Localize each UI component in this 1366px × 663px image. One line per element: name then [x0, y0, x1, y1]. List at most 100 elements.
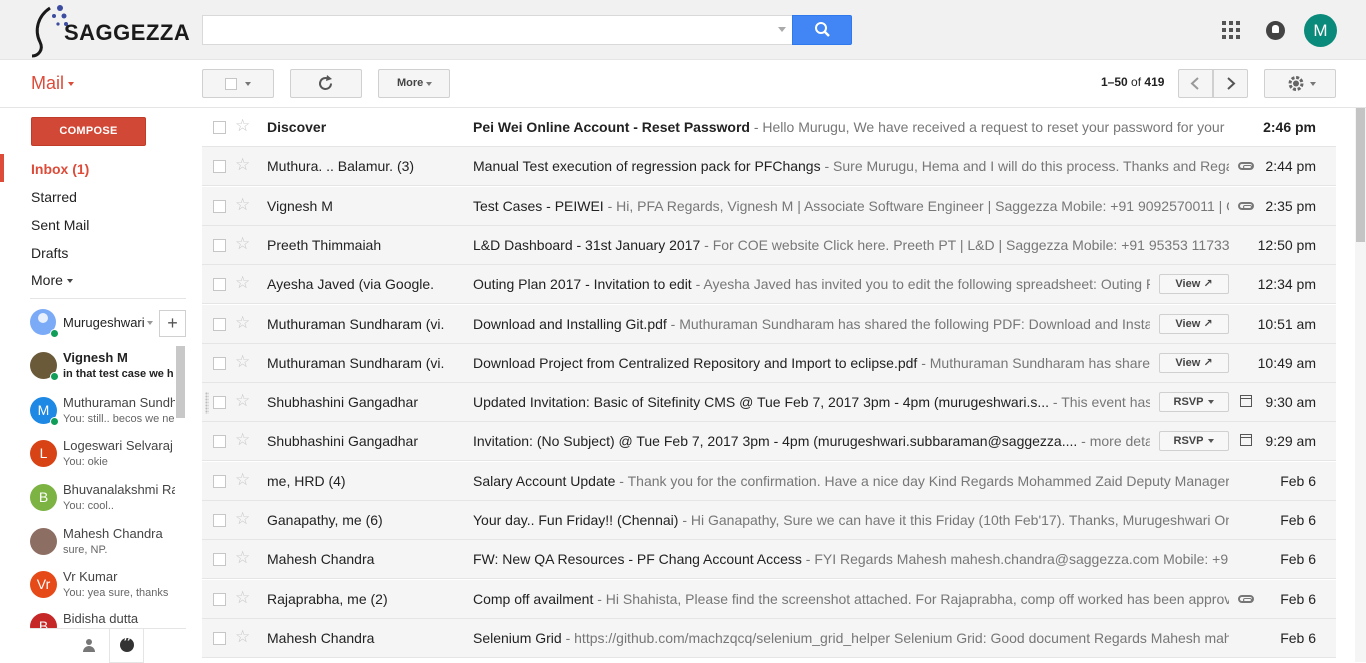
chevron-right-icon: [1227, 77, 1236, 90]
email-row[interactable]: ☆ Mahesh Chandra Selenium Grid - https://g…: [202, 618, 1336, 658]
star-icon[interactable]: ☆: [235, 430, 250, 450]
email-row[interactable]: ☆ Ayesha Javed (via Google. Outing Plan 20…: [202, 265, 1336, 305]
divider: [30, 298, 186, 299]
view-button[interactable]: View ↗: [1159, 352, 1229, 373]
nav-sent-mail[interactable]: Sent Mail: [31, 217, 89, 233]
search-options-chevron-icon[interactable]: [778, 27, 786, 32]
email-row[interactable]: ☆ Muthura. .. Balamur. (3) Manual Test exe…: [202, 147, 1336, 187]
view-button[interactable]: View ↗: [1159, 274, 1229, 295]
email-subject: Comp off availment: [473, 590, 594, 607]
star-icon[interactable]: ☆: [235, 273, 250, 293]
email-row[interactable]: ☆ Ganapathy, me (6) Your day.. Fun Friday!…: [202, 501, 1336, 540]
row-checkbox[interactable]: [213, 160, 226, 174]
email-row[interactable]: ☆ Shubhashini Gangadhar Invitation: (No Su…: [202, 422, 1336, 462]
email-subject: L&D Dashboard - 31st January 2017: [473, 236, 701, 253]
contact-name: Bhuvanalakshmi Ra: [63, 482, 175, 497]
email-row[interactable]: ☆ Rajaprabha, me (2) Comp off availment - …: [202, 579, 1336, 619]
email-row[interactable]: ☆ Mahesh Chandra FW: New QA Resources - PF…: [202, 540, 1336, 580]
my-status-name[interactable]: Murugeshwari: [63, 315, 145, 330]
logo-text: SAGGEZZA: [64, 20, 191, 45]
row-checkbox[interactable]: [213, 553, 226, 567]
star-icon[interactable]: ☆: [235, 588, 250, 608]
email-sender: Discover: [267, 119, 327, 135]
star-icon[interactable]: ☆: [235, 116, 250, 136]
apps-grid-icon[interactable]: [1222, 21, 1240, 39]
chevron-down-icon[interactable]: [147, 321, 153, 325]
account-avatar[interactable]: M: [1304, 14, 1337, 47]
email-subject: Your day.. Fun Friday!! (Chennai): [473, 512, 679, 528]
email-row[interactable]: ☆ Muthuraman Sundharam (vi. Download and I…: [202, 304, 1336, 344]
email-snippet: - Hi, PFA Regards, Vignesh M | Associate…: [603, 197, 1229, 214]
email-row[interactable]: ☆ Preeth Thimmaiah L&D Dashboard - 31st Ja…: [202, 225, 1336, 265]
rsvp-button[interactable]: RSVP: [1159, 431, 1229, 452]
star-icon[interactable]: ☆: [235, 627, 250, 647]
email-date: Feb 6: [1280, 629, 1316, 646]
view-label: View: [1175, 356, 1201, 369]
email-content: Salary Account Update - Thank you for th…: [473, 473, 1229, 489]
contacts-person-icon[interactable]: [82, 639, 96, 653]
email-row[interactable]: ☆ Vignesh M Test Cases - PEIWEI - Hi, PFA …: [202, 186, 1336, 226]
nav-drafts[interactable]: Drafts: [31, 245, 68, 261]
row-checkbox[interactable]: [213, 435, 226, 449]
newer-page-button[interactable]: [1178, 69, 1213, 98]
older-page-button[interactable]: [1213, 69, 1248, 98]
star-icon[interactable]: ☆: [235, 548, 250, 568]
contact-item[interactable]: B Bhuvanalakshmi Ra You: cool..: [30, 482, 180, 522]
rsvp-button[interactable]: RSVP: [1159, 392, 1229, 413]
row-checkbox[interactable]: [213, 199, 226, 213]
view-button[interactable]: View ↗: [1159, 313, 1229, 334]
contact-item[interactable]: L Logeswari Selvaraj You: okie: [30, 438, 180, 478]
email-row[interactable]: ☆ Shubhashini Gangadhar Updated Invitation…: [202, 383, 1336, 423]
row-checkbox[interactable]: [213, 356, 226, 370]
hangouts-quote-icon[interactable]: [109, 629, 144, 663]
star-icon[interactable]: ☆: [235, 391, 250, 411]
compose-button[interactable]: COMPOSE: [31, 117, 146, 146]
row-checkbox[interactable]: [213, 278, 226, 292]
contact-item[interactable]: Vr Vr Kumar You: yea sure, thanks: [30, 569, 180, 609]
gear-icon: [1288, 76, 1304, 91]
row-checkbox[interactable]: [213, 592, 226, 606]
email-sender: Vignesh M: [267, 197, 333, 214]
settings-button[interactable]: [1264, 69, 1336, 98]
star-icon[interactable]: ☆: [235, 470, 250, 490]
email-row[interactable]: ☆ Muthuraman Sundharam (vi. Download Proje…: [202, 343, 1336, 383]
star-icon[interactable]: ☆: [235, 352, 250, 372]
email-date: 2:35 pm: [1265, 197, 1316, 214]
saggezza-logo[interactable]: SAGGEZZA: [30, 2, 190, 58]
email-date: 2:46 pm: [1263, 119, 1316, 135]
star-icon[interactable]: ☆: [235, 313, 250, 333]
email-sender: Muthuraman Sundharam (vi.: [267, 354, 445, 371]
row-checkbox[interactable]: [213, 238, 226, 252]
email-row[interactable]: ☆ Discover Pei Wei Online Account - Reset …: [202, 108, 1336, 147]
row-checkbox[interactable]: [213, 396, 226, 410]
scrollbar-thumb[interactable]: [1356, 108, 1365, 242]
select-all-button[interactable]: [202, 69, 274, 98]
row-checkbox[interactable]: [213, 514, 226, 527]
nav-inbox[interactable]: Inbox (1): [31, 161, 89, 177]
new-conversation-button[interactable]: +: [159, 310, 186, 337]
mail-menu[interactable]: Mail: [31, 73, 75, 94]
notifications-bell-icon[interactable]: [1266, 21, 1285, 40]
search-input[interactable]: [202, 15, 792, 45]
refresh-button[interactable]: [290, 69, 362, 98]
contact-item[interactable]: Mahesh Chandra sure, NP.: [30, 526, 180, 566]
drag-handle-icon[interactable]: [205, 392, 209, 415]
row-checkbox[interactable]: [213, 317, 226, 331]
chat-list-scrollbar[interactable]: [176, 346, 185, 418]
search-button[interactable]: [792, 15, 852, 45]
row-checkbox[interactable]: [213, 474, 226, 488]
row-checkbox[interactable]: [213, 121, 226, 134]
page-scrollbar[interactable]: [1355, 108, 1366, 662]
more-actions-button[interactable]: More: [378, 69, 450, 98]
row-checkbox[interactable]: [213, 631, 226, 645]
contact-name: Vr Kumar: [63, 569, 118, 584]
nav-starred[interactable]: Starred: [31, 189, 77, 205]
star-icon[interactable]: ☆: [235, 195, 250, 215]
contact-item[interactable]: Vignesh M in that test case we h: [30, 350, 180, 390]
star-icon[interactable]: ☆: [235, 234, 250, 254]
email-row[interactable]: ☆ me, HRD (4) Salary Account Update - Than…: [202, 461, 1336, 501]
star-icon[interactable]: ☆: [235, 509, 250, 529]
nav-more[interactable]: More: [31, 272, 73, 288]
star-icon[interactable]: ☆: [235, 155, 250, 175]
contact-item[interactable]: M Muthuraman Sundh You: still.. becos we n…: [30, 395, 180, 435]
